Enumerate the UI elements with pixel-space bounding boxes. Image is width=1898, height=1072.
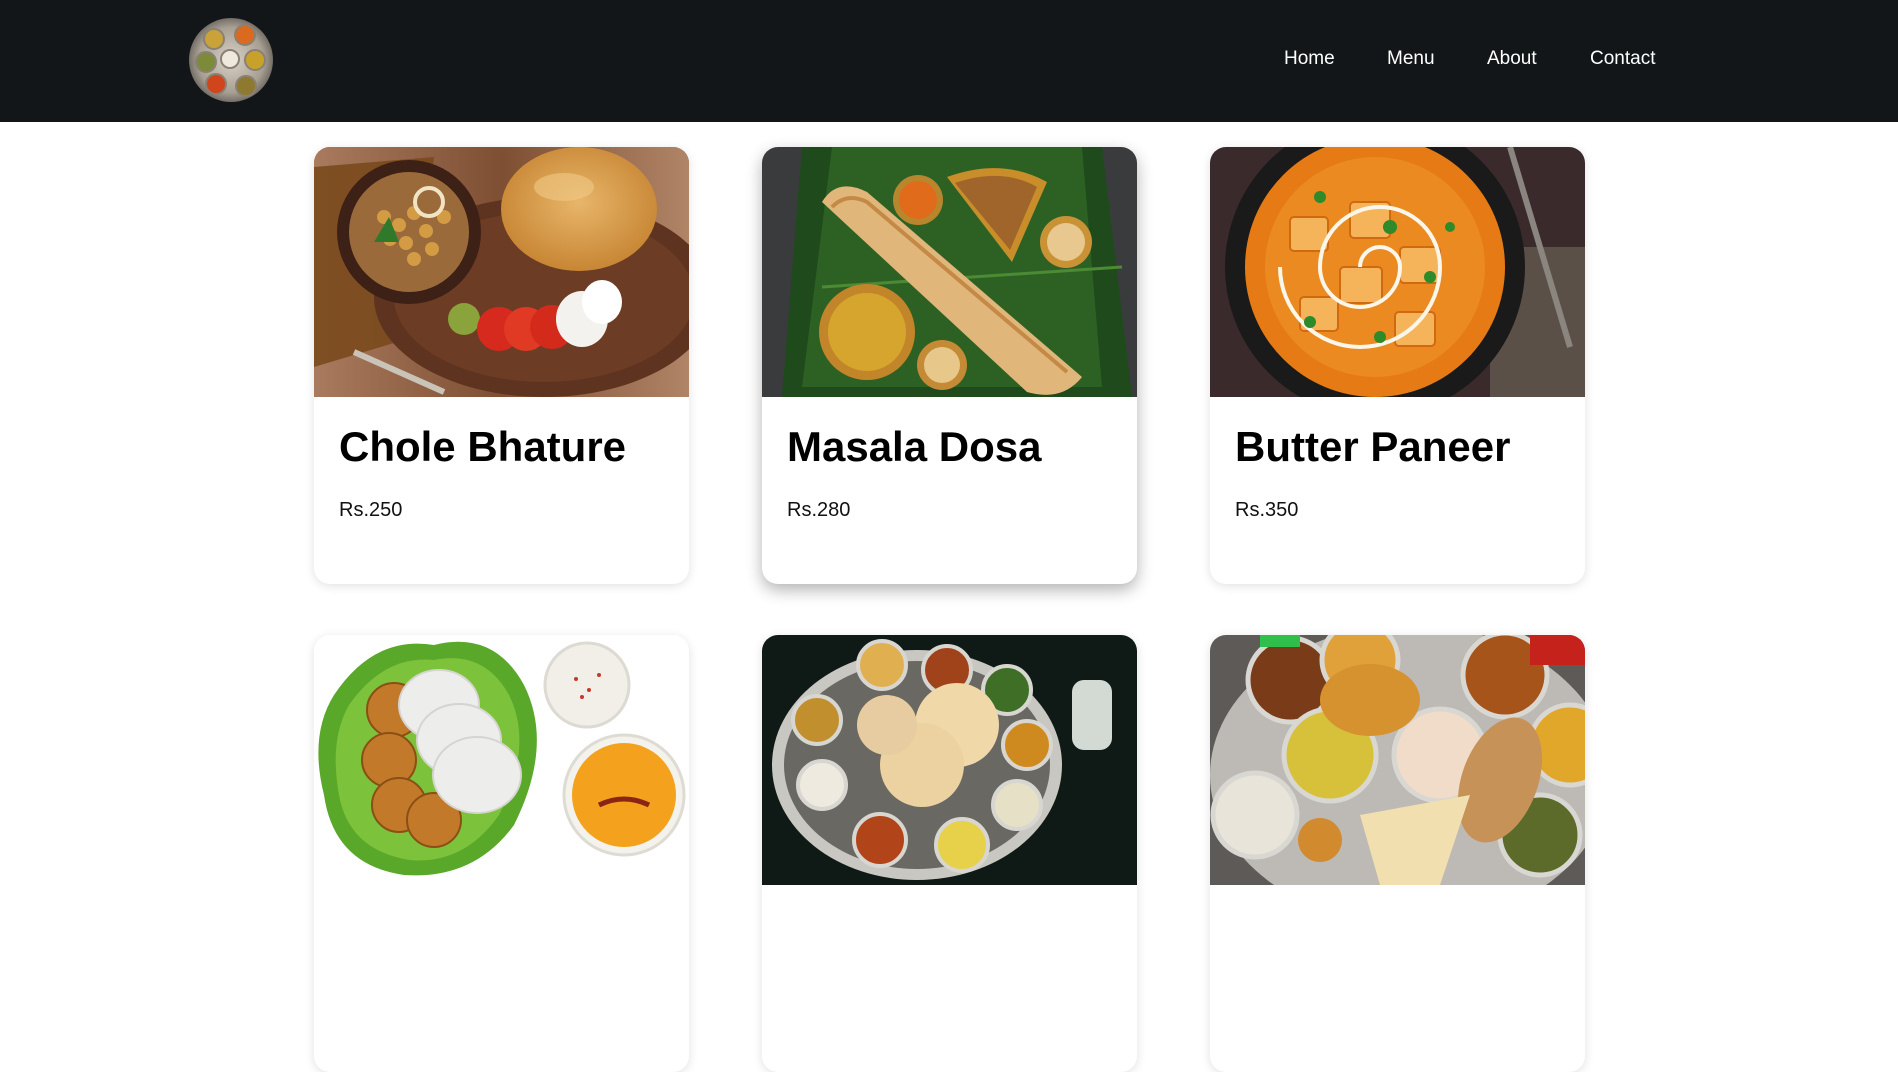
nav-link-menu[interactable]: Menu: [1387, 47, 1435, 71]
dish-price: Rs.280: [787, 499, 851, 521]
dish-name: Chole Bhature: [339, 423, 627, 470]
menu-card-idli-vada[interactable]: [314, 635, 689, 1072]
masala-dosa-photo: [762, 147, 1137, 397]
navbar: Home Menu About Contact: [0, 0, 1898, 122]
thali-photo: [762, 635, 1137, 885]
dish-name: Masala Dosa: [787, 423, 1042, 470]
menu-card-chole-bhature[interactable]: Chole Bhature Rs.250: [314, 147, 689, 584]
maharashtrian-thali-photo: [1210, 635, 1585, 885]
chole-bhature-photo: [314, 147, 689, 397]
menu-card-maharashtrian-thali[interactable]: [1210, 635, 1585, 1072]
menu-card-masala-dosa[interactable]: Masala Dosa Rs.280: [762, 147, 1137, 584]
nav-link-contact[interactable]: Contact: [1590, 47, 1655, 71]
nav-link-home[interactable]: Home: [1284, 47, 1335, 71]
dish-price: Rs.350: [1235, 499, 1299, 521]
menu-card-thali[interactable]: [762, 635, 1137, 1072]
dish-price: Rs.250: [339, 499, 403, 521]
dish-name: Butter Paneer: [1235, 423, 1511, 470]
nav-link-about[interactable]: About: [1487, 47, 1537, 71]
butter-paneer-photo: [1210, 147, 1585, 397]
thali-logo-icon[interactable]: [189, 18, 273, 102]
menu-card-butter-paneer[interactable]: Butter Paneer Rs.350: [1210, 147, 1585, 584]
idli-vada-photo: [314, 635, 689, 885]
